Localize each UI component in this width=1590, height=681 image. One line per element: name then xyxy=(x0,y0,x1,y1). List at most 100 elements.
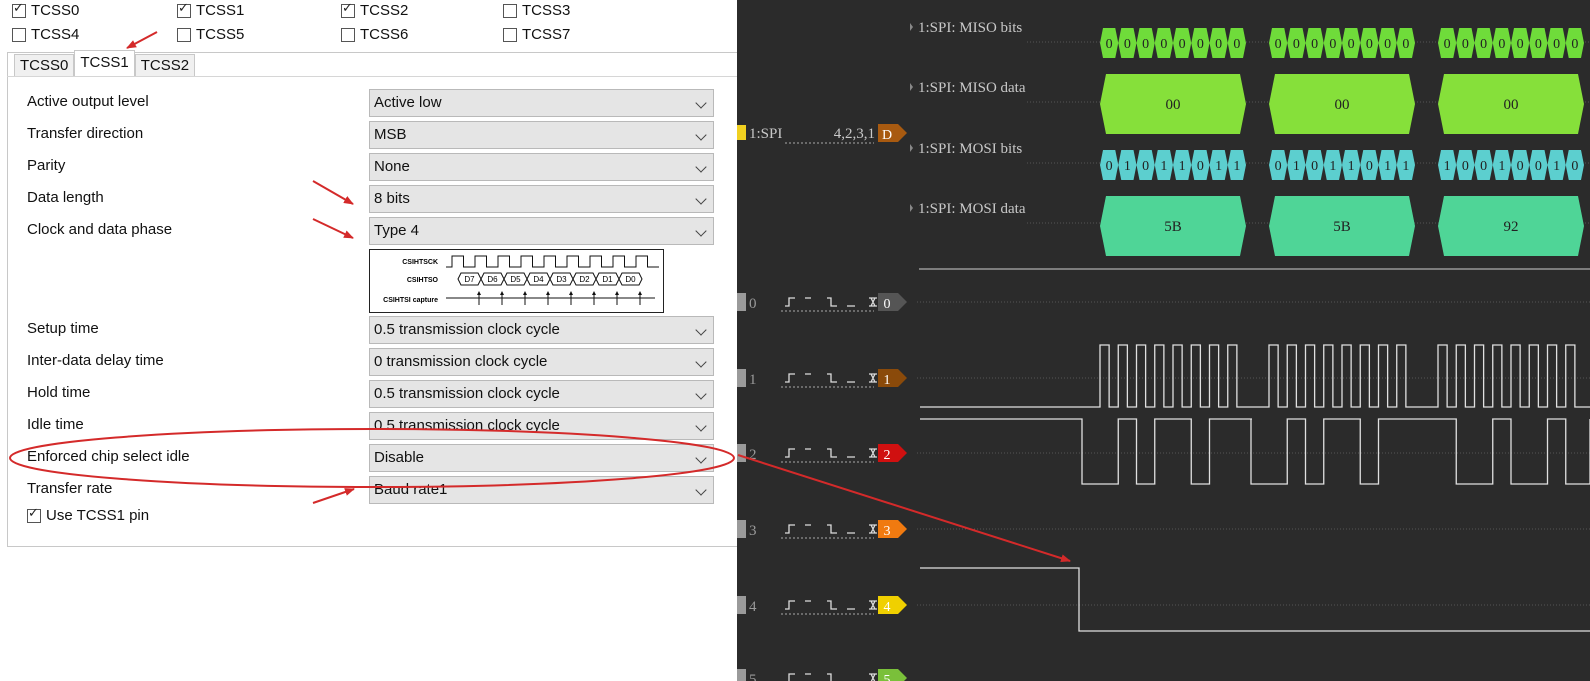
timing-bit-label: D1 xyxy=(602,275,613,284)
decoded-frames: 0 0 0 0 0 0 0 0000 1 0 1 1 0 1 15B0 0 0 0 0 0 0 0000 1 0 1 1 0 1 15B… xyxy=(1100,28,1584,256)
decoder-badge-label: D xyxy=(882,128,892,143)
bit-value: 0 xyxy=(1366,159,1373,174)
channel-badge-label: 1 xyxy=(884,373,891,388)
setup-time-label: Setup time xyxy=(27,320,99,337)
chevron-down-icon xyxy=(695,225,707,237)
chevron-down-icon xyxy=(695,420,707,432)
bit-value: 0 xyxy=(1498,37,1505,52)
channel-badge[interactable] xyxy=(878,596,907,614)
channel-badge[interactable] xyxy=(878,520,907,538)
inter-data-delay-time-value: 0 transmission clock cycle xyxy=(374,353,548,370)
row-expander-icon[interactable] xyxy=(910,204,913,212)
chip-select-checkbox[interactable] xyxy=(503,3,517,18)
hold-time-dropdown[interactable]: 0.5 transmission clock cycle xyxy=(369,380,714,408)
bit-value: 0 xyxy=(1384,37,1391,52)
inter-data-delay-time-dropdown[interactable]: 0 transmission clock cycle xyxy=(369,348,714,376)
tab-tcss2[interactable]: TCSS2 xyxy=(134,54,196,76)
chip-select-checkbox[interactable] xyxy=(341,27,355,42)
channel-badge[interactable] xyxy=(878,293,907,311)
tab-strip: TCSS0 TCSS1 TCSS2 xyxy=(14,50,196,76)
transfer-direction-dropdown[interactable]: MSB xyxy=(369,121,714,149)
channel-color-tag xyxy=(737,369,746,387)
transfer-rate-value: Baud rate1 xyxy=(374,481,448,498)
enforced-chip-select-idle-dropdown[interactable]: Disable xyxy=(369,444,714,472)
bit-value: 0 xyxy=(1535,159,1542,174)
use-pin-checkbox-row[interactable]: Use TCSS1 pin xyxy=(27,506,149,524)
chip-select-label: TCSS3 xyxy=(522,2,571,19)
timing-sck-wave xyxy=(446,255,659,268)
parity-value: None xyxy=(374,158,410,175)
chip-select-tcss6[interactable]: TCSS6 xyxy=(341,26,408,43)
channel-badge[interactable] xyxy=(878,669,907,681)
chip-select-label: TCSS1 xyxy=(196,2,245,19)
chip-select-checkbox[interactable] xyxy=(177,27,191,42)
decoder-row-label: 1:SPI: MOSI bits xyxy=(918,141,1022,157)
setup-time-dropdown[interactable]: 0.5 transmission clock cycle xyxy=(369,316,714,344)
active-output-level-dropdown[interactable]: Active low xyxy=(369,89,714,117)
trigger-selector-icon[interactable] xyxy=(785,673,877,681)
chip-select-checkbox[interactable] xyxy=(341,1,355,18)
idle-time-label: Idle time xyxy=(27,416,84,433)
bit-value: 0 xyxy=(1517,37,1524,52)
row-expander-icon[interactable] xyxy=(910,144,913,152)
channel-color-tag xyxy=(737,596,746,614)
timing-capture-arrowhead xyxy=(569,291,573,295)
timing-capture-arrowhead xyxy=(523,291,527,295)
transfer-rate-label: Transfer rate xyxy=(27,480,113,497)
bit-value: 0 xyxy=(1348,37,1355,52)
timing-bit-label: D5 xyxy=(510,275,521,284)
use-pin-checkbox[interactable] xyxy=(27,506,41,523)
transfer-rate-dropdown[interactable]: Baud rate1 xyxy=(369,476,714,504)
hold-time-label: Hold time xyxy=(27,384,91,401)
channel-badge[interactable] xyxy=(878,444,907,462)
data-length-dropdown[interactable]: 8 bits xyxy=(369,185,714,213)
chip-select-checkbox[interactable] xyxy=(177,1,191,18)
trigger-selector-icon[interactable] xyxy=(785,373,877,383)
bit-value: 1 xyxy=(1124,159,1131,174)
parity-dropdown[interactable]: None xyxy=(369,153,714,181)
bit-value: 1 xyxy=(1179,159,1186,174)
idle-time-value: 0.5 transmission clock cycle xyxy=(374,417,560,434)
chip-select-tcss4[interactable]: TCSS4 xyxy=(12,26,79,43)
trigger-selector-icon[interactable] xyxy=(785,600,877,610)
bit-value: 0 xyxy=(1462,159,1469,174)
data-length-label: Data length xyxy=(27,189,104,206)
trigger-selector-icon[interactable] xyxy=(785,524,877,534)
bit-value: 0 xyxy=(1366,37,1373,52)
bit-value: 0 xyxy=(1179,37,1186,52)
chip-select-tcss0[interactable]: TCSS0 xyxy=(12,1,79,19)
row-expander-icon[interactable] xyxy=(910,23,913,31)
channel-badge-label: 5 xyxy=(884,673,891,681)
trigger-selector-icon[interactable] xyxy=(785,297,877,307)
chip-select-tcss7[interactable]: TCSS7 xyxy=(503,26,570,43)
channel-color-tag xyxy=(737,669,746,681)
clock-and-data-phase-dropdown[interactable]: Type 4 xyxy=(369,217,714,245)
row-expander-icon[interactable] xyxy=(910,83,913,91)
bit-value: 0 xyxy=(1402,37,1409,52)
tab-tcss0[interactable]: TCSS0 xyxy=(14,54,75,76)
bit-value: 1 xyxy=(1215,159,1222,174)
enforced-chip-select-idle-label: Enforced chip select idle xyxy=(27,448,190,465)
chip-select-tcss1[interactable]: TCSS1 xyxy=(177,1,245,19)
chip-select-tcss5[interactable]: TCSS5 xyxy=(177,26,244,43)
chip-select-tcss3[interactable]: TCSS3 xyxy=(503,2,570,19)
bit-value: 0 xyxy=(1197,37,1204,52)
idle-time-dropdown[interactable]: 0.5 transmission clock cycle xyxy=(369,412,714,440)
bit-value: 0 xyxy=(1444,37,1451,52)
data-value: 92 xyxy=(1504,219,1519,235)
channel-badge-label: 3 xyxy=(884,524,891,539)
chip-select-tcss2[interactable]: TCSS2 xyxy=(341,1,408,19)
bit-value: 0 xyxy=(1517,159,1524,174)
trigger-selector-icon[interactable] xyxy=(785,448,877,458)
bit-value: 1 xyxy=(1444,159,1451,174)
tab-tcss1[interactable]: TCSS1 xyxy=(74,50,135,76)
chip-select-checkbox[interactable] xyxy=(503,27,517,42)
bit-value: 0 xyxy=(1142,159,1149,174)
bit-value: 1 xyxy=(1233,159,1240,174)
chip-select-checkbox[interactable] xyxy=(12,27,26,42)
bit-value: 0 xyxy=(1462,37,1469,52)
channel-badge[interactable] xyxy=(878,369,907,387)
chip-select-checkbox[interactable] xyxy=(12,1,26,18)
inter-data-delay-time-label: Inter-data delay time xyxy=(27,352,164,369)
chevron-down-icon xyxy=(695,324,707,336)
